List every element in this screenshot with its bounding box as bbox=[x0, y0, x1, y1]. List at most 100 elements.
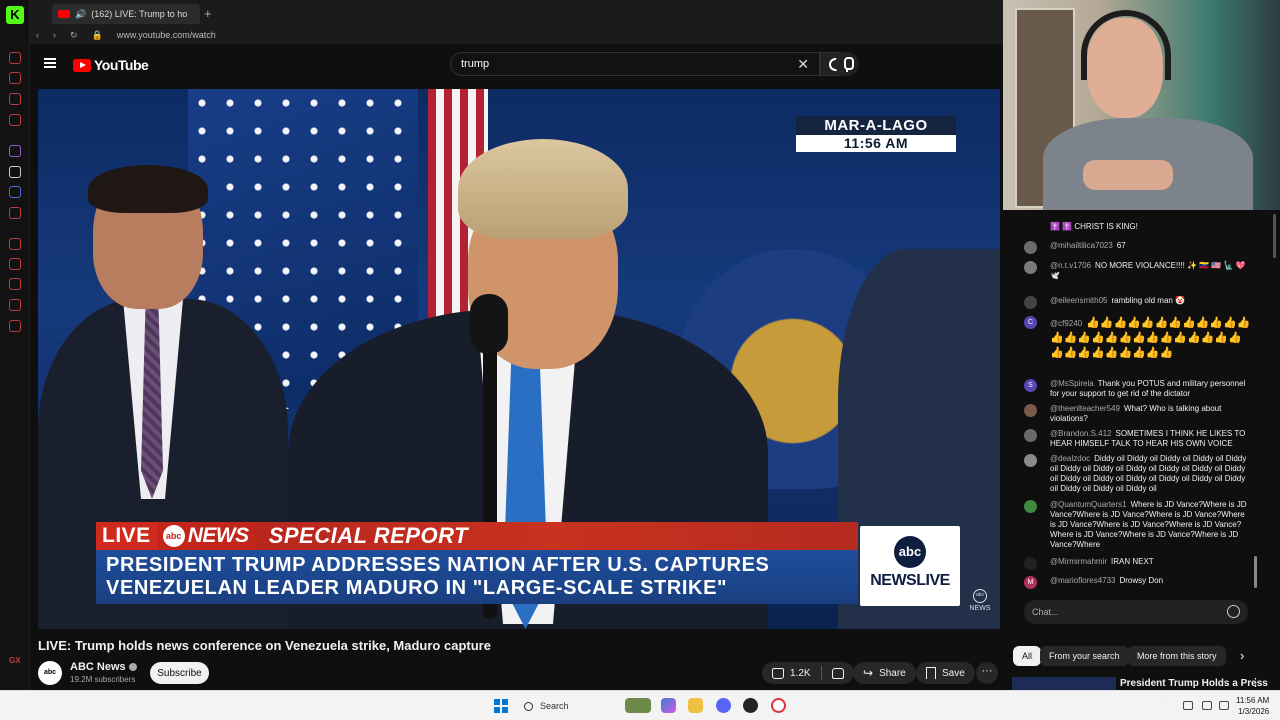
wifi-icon[interactable] bbox=[1202, 701, 1212, 710]
chat-message: @Brandon.S.412 SOMETIMES I THINK HE LIKES… bbox=[1024, 429, 1252, 449]
discord-icon[interactable] bbox=[716, 698, 731, 713]
sidebar-app-icon[interactable] bbox=[9, 93, 21, 105]
chat-author[interactable]: @cf9240 bbox=[1050, 319, 1082, 328]
recommendation-thumbnail[interactable] bbox=[1012, 677, 1116, 690]
chat-avatar[interactable] bbox=[1024, 557, 1037, 570]
youtube-play-icon bbox=[73, 58, 91, 72]
chat-author[interactable]: @QuantumQuarters1 bbox=[1050, 500, 1127, 509]
chat-message: @n.t.v1706 NO MORE VIOLANCE!!!! ✨ 🇻🇪 🇺🇸 🗽… bbox=[1024, 261, 1252, 281]
channel-name[interactable]: ABC News bbox=[70, 661, 137, 673]
chat-author[interactable]: @n.t.v1706 bbox=[1050, 261, 1091, 270]
chat-avatar[interactable] bbox=[1024, 500, 1037, 513]
save-label: Save bbox=[942, 667, 965, 679]
settings-icon[interactable] bbox=[9, 320, 21, 332]
back-icon[interactable]: ‹ bbox=[36, 30, 39, 40]
copilot-icon[interactable] bbox=[661, 698, 676, 713]
gx-label: GX bbox=[9, 656, 21, 665]
chat-author[interactable]: @marioflores4733 bbox=[1050, 576, 1115, 585]
new-tab-button[interactable]: + bbox=[204, 6, 212, 21]
chat-avatar[interactable]: S bbox=[1024, 379, 1037, 392]
chip-more-from-this-story[interactable]: More from this story bbox=[1128, 646, 1226, 666]
send-icon[interactable] bbox=[9, 258, 21, 270]
speaker-icon[interactable]: 🔊 bbox=[75, 9, 86, 20]
browser-sidebar: K GX bbox=[0, 0, 30, 690]
search-input[interactable]: trump ✕ bbox=[450, 52, 820, 76]
sidebar-app-icon[interactable] bbox=[9, 207, 21, 219]
more-actions-button[interactable]: ··· bbox=[976, 662, 998, 684]
emoji-icon[interactable] bbox=[1227, 605, 1240, 618]
volume-icon[interactable] bbox=[1219, 701, 1229, 710]
chat-avatar[interactable] bbox=[1024, 429, 1037, 442]
taskbar-clock[interactable]: 11:56 AM 1/3/2026 bbox=[1236, 695, 1269, 717]
forward-icon[interactable]: › bbox=[53, 30, 56, 40]
address-bar: ‹ › ↻ 🔒 www.youtube.com/watch bbox=[30, 26, 1005, 44]
share-button[interactable]: ↪ Share bbox=[853, 662, 916, 684]
chat-avatar[interactable] bbox=[1024, 241, 1037, 254]
video-player[interactable]: MAR-A-LAGO 11:56 AM LIVE abc NEWS SPECIA… bbox=[38, 89, 1000, 629]
headline-line-2: VENEZUELAN LEADER MADURO IN "LARGE-SCALE… bbox=[106, 577, 728, 599]
obs-icon[interactable] bbox=[743, 698, 758, 713]
voice-search-icon[interactable] bbox=[835, 52, 859, 76]
kick-logo-icon[interactable]: K bbox=[6, 6, 24, 24]
chat-avatar[interactable]: C bbox=[1024, 316, 1037, 329]
dislike-icon[interactable] bbox=[831, 667, 844, 679]
recommendation-more-icon[interactable]: ⋮ bbox=[1250, 676, 1261, 689]
reload-icon[interactable]: ↻ bbox=[70, 30, 78, 41]
windows-start-icon[interactable] bbox=[494, 699, 508, 713]
like-icon[interactable] bbox=[772, 667, 784, 679]
chat-author[interactable]: @MsSpirela bbox=[1050, 379, 1094, 388]
history-icon[interactable] bbox=[9, 278, 21, 290]
tab-youtube[interactable]: 🔊 (162) LIVE: Trump to ho bbox=[52, 4, 200, 24]
chevron-right-icon[interactable]: › bbox=[1240, 648, 1244, 663]
clock-date: 1/3/2026 bbox=[1238, 707, 1270, 716]
player-icon[interactable] bbox=[9, 238, 21, 250]
page-scrollbar[interactable] bbox=[1273, 214, 1276, 258]
chat-author[interactable]: @Mirmirmahmir bbox=[1050, 557, 1107, 566]
sidebar-app-icon[interactable] bbox=[9, 52, 21, 64]
newslive-text: NEWSLIVE bbox=[870, 572, 950, 589]
chat-author[interactable]: @theenlteacher549 bbox=[1050, 404, 1120, 413]
opera-gx-icon[interactable] bbox=[771, 698, 786, 713]
menu-icon[interactable] bbox=[44, 58, 56, 68]
youtube-logo[interactable]: YouTube bbox=[73, 57, 149, 73]
taskbar-widget-icon[interactable] bbox=[625, 698, 651, 713]
channel-avatar[interactable]: abc NEWS bbox=[38, 661, 62, 700]
tab-title: (162) LIVE: Trump to ho bbox=[91, 9, 188, 19]
messenger-icon[interactable] bbox=[9, 186, 21, 198]
chat-avatar[interactable] bbox=[1024, 296, 1037, 309]
bookmark-icon[interactable] bbox=[9, 299, 21, 311]
chat-message: @Mirmirmahmir IRAN NEXT bbox=[1024, 557, 1252, 570]
chat-author[interactable]: @Brandon.S.412 bbox=[1050, 429, 1112, 438]
file-explorer-icon[interactable] bbox=[688, 698, 703, 713]
x-icon[interactable] bbox=[9, 166, 21, 178]
clear-search-icon[interactable]: ✕ bbox=[797, 56, 809, 73]
chat-scrollbar[interactable] bbox=[1254, 556, 1257, 588]
chat-input[interactable]: Chat... bbox=[1024, 600, 1248, 624]
youtube-header: YouTube trump ✕ bbox=[30, 44, 1005, 84]
chat-avatar[interactable] bbox=[1024, 261, 1037, 274]
chat-avatar[interactable]: M bbox=[1024, 576, 1037, 589]
mic-tray-icon[interactable] bbox=[1183, 701, 1193, 710]
save-button[interactable]: Save bbox=[916, 662, 975, 684]
chat-author[interactable]: @dealzdoc bbox=[1050, 454, 1090, 463]
chat-author[interactable]: @mihailtilica7023 bbox=[1050, 241, 1113, 250]
chip-from-your-search[interactable]: From your search bbox=[1040, 646, 1129, 666]
location-name: MAR-A-LAGO bbox=[796, 116, 956, 135]
chat-avatar[interactable] bbox=[1024, 454, 1037, 467]
chip-all[interactable]: All bbox=[1013, 646, 1042, 666]
recommendation-title[interactable]: President Trump Holds a Press bbox=[1120, 678, 1268, 689]
url-field[interactable]: www.youtube.com/watch bbox=[117, 30, 216, 40]
headset-icon bbox=[1081, 10, 1171, 80]
chat-message: S @MsSpirela Thank you POTUS and military… bbox=[1024, 379, 1252, 399]
chat-avatar[interactable] bbox=[1024, 404, 1037, 417]
sidebar-app-icon[interactable] bbox=[9, 114, 21, 126]
chat-author[interactable]: @eileensmith05 bbox=[1050, 296, 1107, 305]
twitch-icon[interactable] bbox=[9, 145, 21, 157]
sidebar-app-icon[interactable] bbox=[9, 72, 21, 84]
like-count[interactable]: 1.2K bbox=[790, 668, 811, 679]
subscribe-button[interactable]: Subscribe bbox=[150, 662, 209, 684]
windows-taskbar: Search ^ 11:56 AM 1/3/2026 bbox=[0, 690, 1280, 720]
location-bug: MAR-A-LAGO 11:56 AM bbox=[796, 116, 956, 152]
chat-message: @theenlteacher549 What? Who is talking ab… bbox=[1024, 404, 1252, 424]
tray-chevron-icon[interactable]: ^ bbox=[1162, 701, 1172, 710]
